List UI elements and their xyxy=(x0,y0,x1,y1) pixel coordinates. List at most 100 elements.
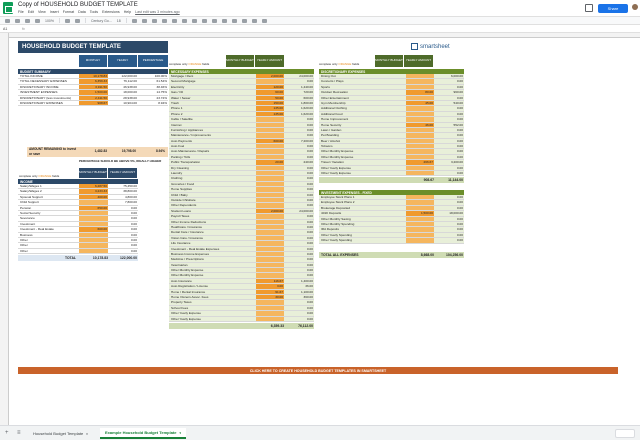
cell-monthly[interactable] xyxy=(406,171,434,176)
filter-icon[interactable] xyxy=(251,18,257,23)
cell-monthly[interactable] xyxy=(256,176,284,181)
cell-monthly[interactable] xyxy=(256,117,284,122)
cell-monthly[interactable] xyxy=(256,127,284,133)
cell-monthly[interactable]: 400.00 xyxy=(79,194,108,200)
cell-monthly[interactable] xyxy=(406,238,434,243)
align-icon[interactable] xyxy=(201,18,207,23)
cell-monthly[interactable] xyxy=(256,230,284,235)
cell-monthly[interactable]: 600.00 xyxy=(256,138,284,144)
cell-monthly[interactable]: 91.67 xyxy=(256,289,284,295)
cell-monthly[interactable] xyxy=(406,74,434,79)
cell-monthly[interactable] xyxy=(256,268,284,273)
cell-monthly[interactable]: 20.00 xyxy=(256,160,284,165)
caret-down-icon[interactable]: ▾ xyxy=(86,432,88,436)
cell-monthly[interactable]: 266.67 xyxy=(406,160,434,165)
text-color-icon[interactable] xyxy=(161,18,167,23)
cell-monthly[interactable] xyxy=(256,203,284,208)
cell-monthly[interactable] xyxy=(256,79,284,84)
cell-monthly[interactable] xyxy=(79,248,108,254)
print-icon[interactable] xyxy=(25,18,30,23)
explore-button[interactable] xyxy=(615,429,635,438)
cell-monthly[interactable] xyxy=(79,210,108,216)
cell-monthly[interactable] xyxy=(79,243,108,248)
caret-down-icon[interactable]: ▾ xyxy=(180,431,182,435)
cell-monthly[interactable]: 1,500.00 xyxy=(406,211,434,216)
cell-monthly[interactable]: 60.00 xyxy=(256,90,284,95)
fill-color-icon[interactable] xyxy=(171,18,177,23)
cell-monthly[interactable]: 150.00 xyxy=(256,100,284,106)
cell-monthly[interactable]: 50.00 xyxy=(256,95,284,100)
cell-monthly[interactable] xyxy=(256,187,284,192)
cell-monthly[interactable]: 600.00 xyxy=(79,227,108,232)
cell-monthly[interactable]: 30.00 xyxy=(256,295,284,300)
undo-icon[interactable] xyxy=(5,18,10,23)
menu-file[interactable]: File xyxy=(18,10,24,14)
cell-monthly[interactable]: 116.67 xyxy=(256,278,284,284)
add-sheet-button[interactable]: + xyxy=(5,430,9,436)
cell-monthly[interactable] xyxy=(406,205,434,211)
cell-monthly[interactable] xyxy=(256,192,284,197)
table-row[interactable]: Other Yearly Spending 0.00 xyxy=(319,238,464,244)
tab-example-household-budget[interactable]: Example Household Budget Template ▾ xyxy=(100,428,187,439)
cell-monthly[interactable]: 2,000.00 xyxy=(256,208,284,214)
cell-monthly[interactable] xyxy=(256,171,284,176)
functions-icon[interactable] xyxy=(261,18,267,23)
cell-monthly[interactable] xyxy=(256,311,284,316)
table-row[interactable]: Other 0.00 xyxy=(18,248,138,255)
row-headers[interactable] xyxy=(0,33,9,425)
merge-icon[interactable] xyxy=(191,18,197,23)
cell-monthly[interactable] xyxy=(406,133,434,138)
cell-monthly[interactable] xyxy=(406,200,434,205)
cell-monthly[interactable] xyxy=(256,149,284,154)
cell-monthly[interactable] xyxy=(256,300,284,305)
chart-icon[interactable] xyxy=(241,18,247,23)
cell-monthly[interactable] xyxy=(256,262,284,268)
name-box[interactable]: A1 xyxy=(3,27,7,31)
cell-monthly[interactable] xyxy=(406,149,434,154)
cell-monthly[interactable]: 135.00 xyxy=(256,106,284,111)
spreadsheet-grid[interactable]: HOUSEHOLD BUDGET TEMPLATE MONTHLY YEARLY… xyxy=(9,38,640,425)
smartsheet-logo[interactable]: smartsheet xyxy=(411,43,450,50)
wrap-icon[interactable] xyxy=(211,18,217,23)
last-edit-link[interactable]: Last edit was 3 minutes ago xyxy=(135,10,180,14)
cell-monthly[interactable] xyxy=(406,227,434,232)
cell-monthly[interactable] xyxy=(406,138,434,144)
cell-monthly[interactable]: 3.00 xyxy=(256,284,284,289)
cell-monthly[interactable] xyxy=(256,251,284,257)
tab-household-budget[interactable]: Household Budget Template ▾ xyxy=(28,428,93,439)
strikethrough-icon[interactable] xyxy=(151,18,157,23)
cell-monthly[interactable] xyxy=(79,221,108,227)
font-select[interactable]: Century Go... xyxy=(91,19,112,23)
table-row[interactable]: DISCRETIONARY EXPENSES 908.67 10,904.00 8.9… xyxy=(18,100,168,107)
cell-monthly[interactable] xyxy=(406,79,434,84)
menu-extensions[interactable]: Extensions xyxy=(102,10,120,14)
cell-monthly[interactable]: 135.00 xyxy=(256,111,284,117)
cell-monthly[interactable] xyxy=(256,214,284,219)
cell-monthly[interactable]: 3,233.33 xyxy=(79,189,108,194)
cell-monthly[interactable] xyxy=(256,273,284,278)
menu-edit[interactable]: Edit xyxy=(28,10,34,14)
redo-icon[interactable] xyxy=(15,18,20,23)
cell-monthly[interactable] xyxy=(256,165,284,171)
cell-monthly[interactable] xyxy=(79,216,108,221)
cell-monthly[interactable]: 120.00 xyxy=(256,84,284,90)
borders-icon[interactable] xyxy=(181,18,187,23)
cell-monthly[interactable]: 45.00 xyxy=(406,100,434,106)
cell-monthly[interactable]: 650.00 xyxy=(79,205,108,210)
italic-icon[interactable] xyxy=(141,18,147,23)
cell-monthly[interactable] xyxy=(406,144,434,149)
currency-icon[interactable] xyxy=(64,18,70,23)
cell-monthly[interactable] xyxy=(256,257,284,262)
smartsheet-cta-link[interactable]: CLICK HERE TO CREATE HOUSEHOLD BUDGET TE… xyxy=(18,367,618,374)
cell-monthly[interactable]: 2,000.00 xyxy=(256,74,284,79)
cell-monthly[interactable]: 6,287.50 xyxy=(79,184,108,189)
cell-monthly[interactable] xyxy=(406,117,434,122)
cell-monthly[interactable] xyxy=(406,127,434,133)
cell-monthly[interactable] xyxy=(79,237,108,243)
cell-monthly[interactable]: 46.00 xyxy=(406,122,434,127)
cell-monthly[interactable] xyxy=(256,133,284,138)
cell-monthly[interactable] xyxy=(256,235,284,241)
share-button[interactable]: Share xyxy=(598,4,628,13)
menu-help[interactable]: Help xyxy=(124,10,131,14)
paint-format-icon[interactable] xyxy=(35,18,40,23)
